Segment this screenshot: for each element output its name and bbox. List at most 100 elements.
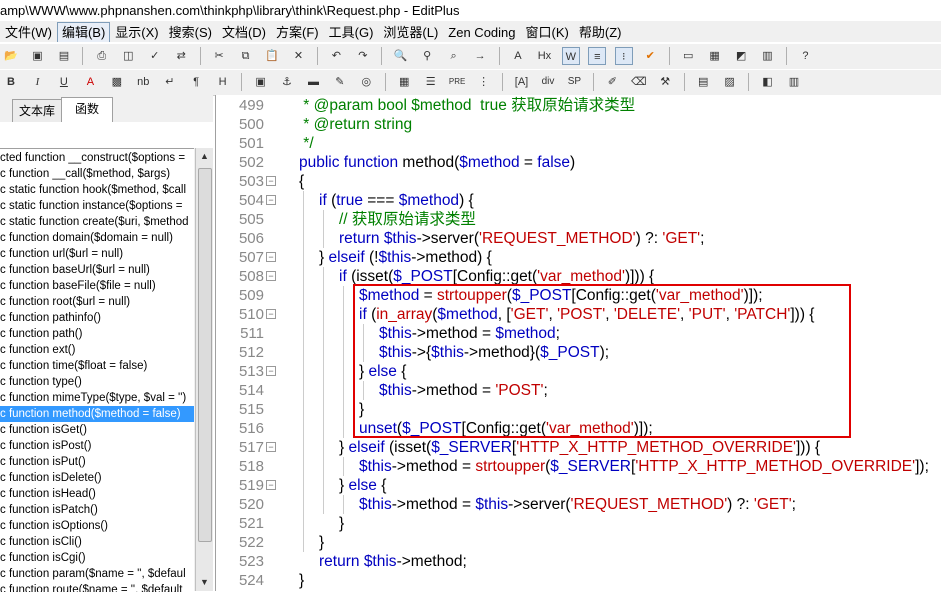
fold-toggle-icon[interactable]: − [266,480,276,490]
function-list-item[interactable]: c function type() [0,374,194,390]
function-list[interactable]: cted function __construct($options = c fu… [0,148,194,592]
help-icon[interactable]: ? [796,47,814,65]
function-list-item[interactable]: c function isPut() [0,454,194,470]
function-list-item[interactable]: c function isDelete() [0,470,194,486]
scroll-down-icon[interactable]: ▼ [196,574,213,591]
window-icon[interactable]: ▭ [679,47,697,65]
menu-item[interactable]: 编辑(B) [56,22,111,42]
function-list-item[interactable]: c function baseUrl($url = null) [0,262,194,278]
function-list-item[interactable]: c static function create($uri, $method [0,214,194,230]
print-preview-icon[interactable]: ◫ [119,47,137,65]
fold-toggle-icon[interactable]: − [266,366,276,376]
function-list-item[interactable]: c function root($url = null) [0,294,194,310]
menu-item[interactable]: 帮助(Z) [574,23,627,42]
function-list-item[interactable]: c function time($float = false) [0,358,194,374]
scroll-up-icon[interactable]: ▲ [196,148,213,165]
open-folder-icon[interactable]: 📂 [2,47,20,65]
nbsp-icon[interactable]: nb [134,73,152,91]
highlight-icon[interactable]: ✎ [331,73,349,91]
function-list-item[interactable]: c function isCli() [0,534,194,550]
fold-toggle-icon[interactable]: − [266,309,276,319]
list-icon[interactable]: ☰ [422,73,440,91]
function-list-item[interactable]: c function isGet() [0,422,194,438]
tile-icon[interactable]: ▦ [706,47,724,65]
function-list-item[interactable]: c function method($method = false) [0,406,194,422]
menu-item[interactable]: 工具(G) [324,23,379,42]
check-icon[interactable]: ✔ [641,47,659,65]
redo-icon[interactable]: ↷ [354,47,372,65]
heading-icon[interactable]: H [214,73,232,91]
fold-toggle-icon[interactable]: − [266,176,276,186]
column-marker-icon[interactable]: ⁝ [614,47,633,65]
form-icon[interactable]: ⋮ [475,73,493,91]
menu-item[interactable]: 浏览器(L) [378,23,443,42]
tab-functions[interactable]: 函数 [61,97,113,123]
toolbar-options-icon[interactable]: ▥ [785,73,803,91]
pre-icon[interactable]: PRE [448,73,466,91]
function-list-item[interactable]: c function isHead() [0,486,194,502]
find-icon[interactable]: 🔍 [392,47,410,65]
function-list-item[interactable]: c function mimeType($type, $val = '') [0,390,194,406]
function-list-item[interactable]: c function __call($method, $args) [0,166,194,182]
underline-icon[interactable]: U [55,73,73,91]
menu-item[interactable]: 窗口(K) [521,23,574,42]
cut-icon[interactable]: ✂ [210,47,228,65]
fold-toggle-icon[interactable]: − [266,442,276,452]
span-icon[interactable]: SP [565,73,583,91]
function-list-item[interactable]: c function isPost() [0,438,194,454]
div-icon[interactable]: div [539,73,557,91]
palette-icon[interactable]: ◧ [759,73,777,91]
color-picker-icon[interactable]: ▩ [108,73,126,91]
table-icon[interactable]: ▦ [395,73,413,91]
function-list-item[interactable]: c function isOptions() [0,518,194,534]
function-list-item[interactable]: c static function hook($method, $call [0,182,194,198]
fold-toggle-icon[interactable]: − [266,252,276,262]
directory-icon[interactable]: ▥ [759,47,777,65]
function-list-item[interactable]: c function isPatch() [0,502,194,518]
image-icon[interactable]: ▣ [252,73,270,91]
menu-item[interactable]: 方案(F) [271,23,324,42]
find-in-files-icon[interactable]: ⌕ [445,47,463,65]
function-list-item[interactable]: c function pathinfo() [0,310,194,326]
save-all-icon[interactable]: ▤ [55,47,73,65]
sync-icon[interactable]: ⇄ [172,47,190,65]
menu-item[interactable]: 搜索(S) [164,23,217,42]
delete-icon[interactable]: ✕ [289,47,307,65]
hex-icon[interactable]: Hx [535,47,553,65]
italic-icon[interactable]: I [28,73,46,91]
function-list-item[interactable]: cted function __construct($options = [0,150,194,166]
style-icon[interactable]: [A] [513,73,531,91]
clear-icon[interactable]: ⌫ [630,73,648,91]
save-icon[interactable]: ▣ [28,47,46,65]
print-icon[interactable]: ⎙ [93,47,111,65]
function-list-item[interactable]: c function baseFile($file = null) [0,278,194,294]
validate-icon[interactable]: ▨ [721,73,739,91]
function-list-item[interactable]: c static function instance($options = [0,198,194,214]
font-size-icon[interactable]: A [509,47,527,65]
menu-item[interactable]: 文件(W) [0,23,57,42]
anchor-icon[interactable]: ⚓ [278,73,296,91]
paragraph-icon[interactable]: ¶ [187,73,205,91]
menu-item[interactable]: 显示(X) [110,23,163,42]
function-list-item[interactable]: c function isCgi() [0,550,194,566]
tab-cliptext[interactable]: 文本库 [12,99,62,122]
word-wrap-icon[interactable]: W [561,47,580,65]
preview-icon[interactable]: ▤ [694,73,712,91]
line-number-icon[interactable]: ≡ [588,47,607,65]
scrollbar-thumb[interactable] [198,168,212,542]
function-list-item[interactable]: c function domain($domain = null) [0,230,194,246]
spellcheck-icon[interactable]: ✓ [146,47,164,65]
copy-icon[interactable]: ⧉ [237,47,255,65]
function-list-item[interactable]: c function url($url = null) [0,246,194,262]
undo-icon[interactable]: ↶ [327,47,345,65]
tools-icon[interactable]: ⚒ [656,73,674,91]
paste-icon[interactable]: 📋 [263,47,281,65]
menu-item[interactable]: 文档(D) [217,23,271,42]
font-color-icon[interactable]: A [81,73,99,91]
menu-item[interactable]: Zen Coding [443,23,520,42]
edit-icon[interactable]: ✐ [603,73,621,91]
function-list-item[interactable]: c function ext() [0,342,194,358]
goto-icon[interactable]: → [471,47,489,65]
replace-icon[interactable]: ⚲ [418,47,436,65]
break-icon[interactable]: ↵ [161,73,179,91]
